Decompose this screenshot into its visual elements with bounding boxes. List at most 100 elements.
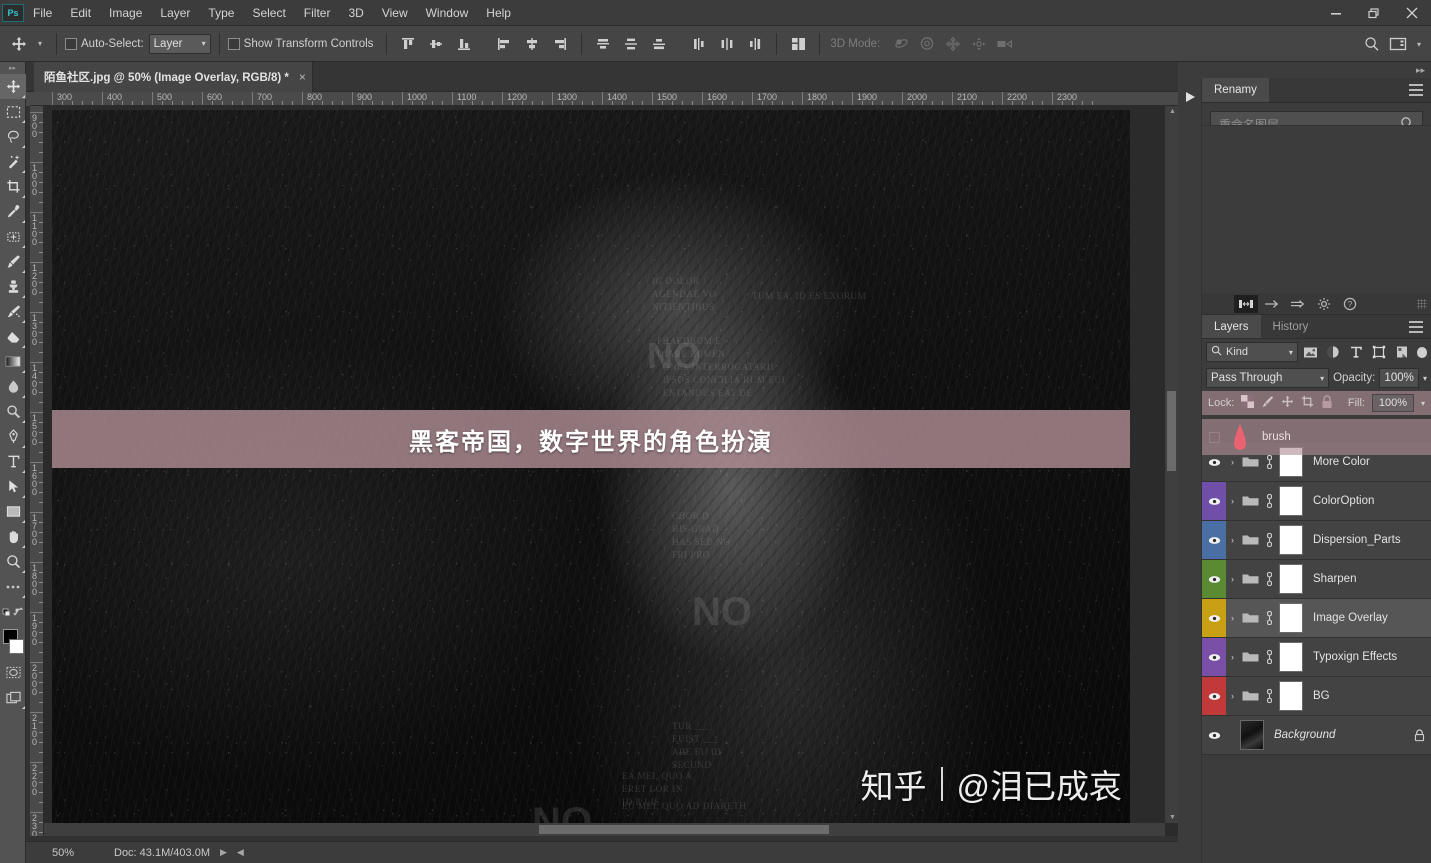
layer-visibility-toggle[interactable]	[1202, 521, 1226, 559]
eyedropper-tool[interactable]	[0, 199, 26, 224]
align-bottom-edges-icon[interactable]	[451, 32, 477, 56]
zoom-level[interactable]: 50%	[52, 847, 114, 859]
expand-group-chevron-icon[interactable]: ›	[1226, 574, 1239, 584]
color-swatches[interactable]	[0, 626, 26, 660]
vertical-ruler[interactable]: 900 1000 1100 1200 1300 1400 1500 1600 1700 1800 1…	[30, 106, 44, 836]
orbit-3d-icon[interactable]	[888, 32, 914, 56]
healing-brush-tool[interactable]	[0, 224, 26, 249]
layer-visibility-toggle[interactable]	[1202, 419, 1226, 455]
menu-item-layer[interactable]: Layer	[151, 2, 199, 24]
rectangular-marquee-tool[interactable]	[0, 99, 26, 124]
layer-mask-link-icon[interactable]	[1261, 533, 1277, 547]
dodge-tool[interactable]	[0, 399, 26, 424]
play-icon[interactable]	[1178, 90, 1201, 104]
eraser-tool[interactable]	[0, 324, 26, 349]
opacity-value-input[interactable]: 100%	[1379, 368, 1419, 388]
align-vertical-centers-icon[interactable]	[423, 32, 449, 56]
chevron-right-icon[interactable]: ▶	[220, 847, 227, 858]
screen-mode-icon[interactable]	[0, 685, 26, 710]
workspace-caret-icon[interactable]: ▾	[1411, 32, 1427, 56]
document-tab[interactable]: 陌鱼社区.jpg @ 50% (Image Overlay, RGB/8) * …	[34, 62, 313, 92]
distribute-top-edges-icon[interactable]	[590, 32, 616, 56]
gradient-tool[interactable]	[0, 349, 26, 374]
layer-row[interactable]: › Image Overlay	[1202, 599, 1431, 638]
filter-smart-object-icon[interactable]	[1392, 342, 1413, 362]
layer-row[interactable]: › ColorOption	[1202, 482, 1431, 521]
clone-stamp-tool[interactable]	[0, 274, 26, 299]
fill-caret-icon[interactable]: ▾	[1421, 399, 1425, 408]
history-brush-tool[interactable]	[0, 299, 26, 324]
fill-value-input[interactable]: 100%	[1371, 394, 1414, 412]
layer-thumbnail[interactable]	[1240, 720, 1264, 750]
tool-preset-caret-icon[interactable]: ▾	[32, 32, 48, 56]
show-transform-controls-checkbox[interactable]	[227, 37, 240, 50]
distribute-left-edges-icon[interactable]	[686, 32, 712, 56]
tab-layers[interactable]: Layers	[1202, 315, 1261, 338]
layer-mask-link-icon[interactable]	[1261, 494, 1277, 508]
layer-visibility-toggle[interactable]	[1202, 677, 1226, 715]
arrow-right-icon[interactable]	[1260, 295, 1284, 313]
layer-name[interactable]: Sharpen	[1303, 573, 1431, 585]
layer-visibility-toggle[interactable]	[1202, 716, 1226, 754]
crop-tool[interactable]	[0, 174, 26, 199]
lock-artboard-icon[interactable]	[1301, 395, 1314, 411]
layer-mask-link-icon[interactable]	[1261, 611, 1277, 625]
layer-mask-link-icon[interactable]	[1261, 455, 1277, 469]
layer-mask-thumbnail[interactable]	[1279, 681, 1303, 711]
panel-resize-grip[interactable]	[1417, 299, 1427, 309]
layer-row[interactable]: › BG	[1202, 677, 1431, 716]
layer-name[interactable]: Dispersion_Parts	[1303, 534, 1431, 546]
magic-wand-tool[interactable]	[0, 149, 26, 174]
workspace-switcher-icon[interactable]	[1385, 32, 1411, 56]
close-icon[interactable]: ×	[299, 70, 306, 84]
layer-mask-link-icon[interactable]	[1261, 650, 1277, 664]
layer-list[interactable]: › More Color › ColorOption › Dispersion_Parts…	[1202, 443, 1431, 863]
layer-row[interactable]: › Typoxign Effects	[1202, 638, 1431, 677]
align-horizontal-centers-icon[interactable]	[519, 32, 545, 56]
edit-toolbar-tool[interactable]	[0, 574, 26, 599]
scale-3d-icon[interactable]	[992, 32, 1018, 56]
layer-mask-link-icon[interactable]	[1261, 689, 1277, 703]
dragged-layer-item[interactable]: brush	[1202, 419, 1431, 455]
expand-group-chevron-icon[interactable]: ›	[1226, 691, 1239, 701]
canvas-horizontal-scrollbar[interactable]	[44, 823, 1165, 836]
brush-tool[interactable]	[0, 249, 26, 274]
align-distribute-panel-icon[interactable]	[785, 32, 811, 56]
menu-item-view[interactable]: View	[373, 2, 417, 24]
panel-menu-icon[interactable]	[1409, 84, 1423, 99]
layer-visibility-toggle[interactable]	[1202, 482, 1226, 520]
filter-type-icon[interactable]	[1346, 342, 1367, 362]
expand-group-chevron-icon[interactable]: ›	[1226, 496, 1239, 506]
close-button[interactable]	[1393, 0, 1431, 26]
scroll-up-icon[interactable]: ▲	[1169, 108, 1176, 115]
default-colors-and-swap[interactable]	[0, 599, 26, 624]
menu-item-3d[interactable]: 3D	[339, 2, 372, 24]
rectangle-tool[interactable]	[0, 499, 26, 524]
layer-mask-thumbnail[interactable]	[1279, 525, 1303, 555]
auto-select-target-dropdown[interactable]: Layer ▾	[148, 33, 211, 54]
menu-item-type[interactable]: Type	[199, 2, 243, 24]
menu-item-edit[interactable]: Edit	[61, 2, 100, 24]
layer-row[interactable]: Background	[1202, 716, 1431, 755]
lock-position-icon[interactable]	[1281, 395, 1294, 411]
filter-adjustment-icon[interactable]	[1323, 342, 1344, 362]
toolbar-drag-handle[interactable]: ▸▸	[0, 62, 25, 74]
menu-item-filter[interactable]: Filter	[295, 2, 340, 24]
auto-select-checkbox[interactable]	[65, 37, 77, 50]
layer-mask-thumbnail[interactable]	[1279, 486, 1303, 516]
tab-history[interactable]: History	[1260, 315, 1321, 338]
rename-between-icon[interactable]	[1234, 294, 1258, 313]
layer-mask-link-icon[interactable]	[1261, 572, 1277, 586]
move-tool-icon[interactable]	[6, 32, 32, 56]
move-tool[interactable]	[0, 74, 26, 99]
lock-image-pixels-icon[interactable]	[1261, 395, 1274, 411]
quick-mask-icon[interactable]	[0, 660, 26, 685]
layer-row[interactable]: › Dispersion_Parts	[1202, 521, 1431, 560]
chevron-left-icon[interactable]: ◀	[237, 847, 244, 858]
blend-mode-dropdown[interactable]: Pass Through ▾	[1206, 368, 1330, 388]
background-color-swatch[interactable]	[9, 639, 24, 654]
layer-name[interactable]: Image Overlay	[1303, 612, 1431, 624]
search-icon[interactable]	[1359, 32, 1385, 56]
expand-group-chevron-icon[interactable]: ›	[1226, 613, 1239, 623]
layer-name[interactable]: ColorOption	[1303, 495, 1431, 507]
